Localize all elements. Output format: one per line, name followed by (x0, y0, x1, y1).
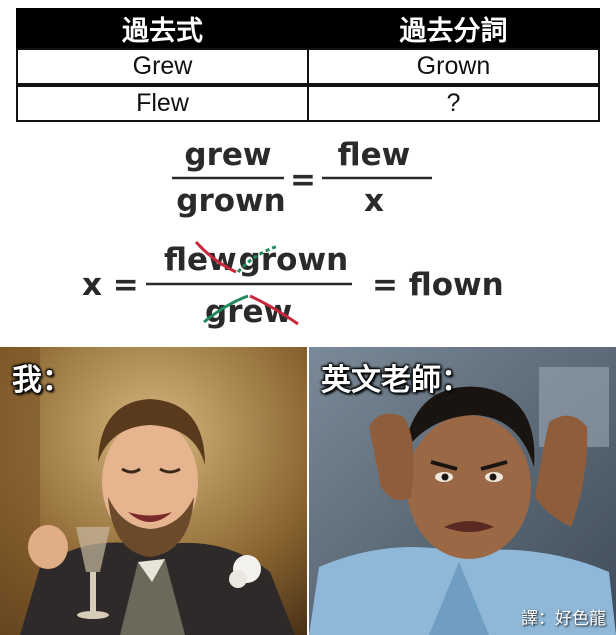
eq1-numerator-left: grew (184, 137, 271, 173)
eq2-rhs: = flown (372, 267, 504, 303)
equation-proportion: grew grown = flew x (172, 137, 432, 219)
eq2-numerator: flewgrown (164, 242, 348, 278)
header-past-tense: 過去式 (16, 8, 308, 48)
panel-me: 我： (0, 347, 307, 635)
conjugation-table: 過去式 過去分詞 Grew Grown Flew ? (16, 8, 600, 122)
equation-solve-x: x = flewgrown grew = flown (82, 240, 504, 330)
panel-teacher: 英文老師： 譯：好色龍 (309, 347, 616, 635)
eq1-equals-sign: = (290, 162, 316, 198)
eq2-lhs: x = (82, 267, 139, 303)
caption-teacher: 英文老師： (321, 363, 471, 398)
eq1-denominator-left: grown (176, 183, 285, 219)
eq1-numerator-right: flew (338, 137, 411, 173)
eq2-num-fl: fl (164, 242, 187, 278)
eq2-num-ew: ew (187, 242, 237, 278)
translator-credit: 譯：好色龍 (521, 609, 606, 629)
cell-question-mark: ? (308, 85, 600, 122)
eq1-denominator-right: x (364, 183, 384, 219)
header-past-participle: 過去分詞 (308, 8, 600, 48)
eq2-num-gr: gr (239, 242, 277, 278)
cell-grew: Grew (16, 48, 308, 85)
equations: grew grown = flew x x = flewgrown grew =… (82, 137, 504, 330)
cell-grown: Grown (308, 48, 600, 85)
eq2-den-ew: ew (242, 294, 292, 330)
caption-me: 我： (12, 363, 72, 398)
cell-flew: Flew (16, 85, 308, 122)
eq2-num-own: own (276, 242, 348, 278)
